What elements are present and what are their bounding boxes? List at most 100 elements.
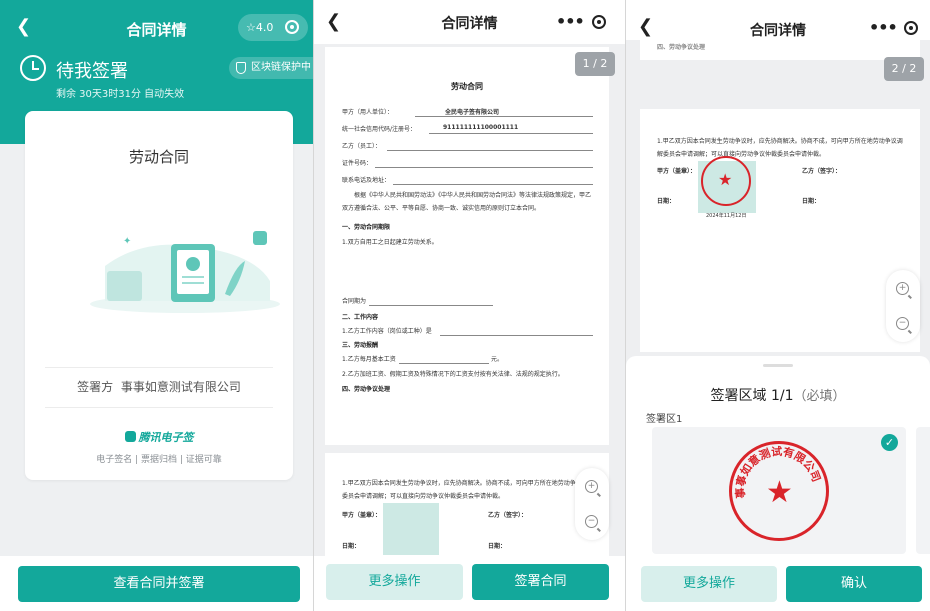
blockchain-label: 区块链保护中 bbox=[251, 62, 311, 73]
date-a-label: 日期： bbox=[342, 543, 361, 550]
brand-icon bbox=[124, 431, 136, 442]
section-3-item-1: 1.乙方每月基本工资 bbox=[342, 356, 396, 363]
sign-area-title: 签署区域 1/1（必填） bbox=[626, 385, 930, 405]
target-icon[interactable] bbox=[904, 21, 918, 35]
rating-pill[interactable]: ☆4.0 bbox=[238, 14, 308, 41]
target-icon[interactable] bbox=[592, 15, 606, 29]
brand-logo: 腾讯电子签 bbox=[25, 429, 293, 445]
divider bbox=[45, 367, 273, 368]
document-page-1-bottom: 四、劳动争议处理 bbox=[640, 40, 920, 60]
party-a-seal-label: 甲方（盖章）： bbox=[342, 512, 382, 519]
more-icon[interactable]: ••• bbox=[869, 18, 898, 37]
field-underline bbox=[387, 150, 593, 151]
check-icon[interactable]: ✓ bbox=[881, 434, 898, 451]
seal-date: 2024年11月12日 bbox=[706, 213, 747, 219]
field-underline bbox=[399, 363, 489, 364]
id-number-label: 证件号码： bbox=[342, 160, 373, 167]
svg-text:✦: ✦ bbox=[123, 236, 131, 247]
contract-card[interactable]: 劳动合同 ✦ 签署方 事事如意测试有限公司 腾讯电子签 电子签名 | 票据归档 … bbox=[25, 111, 293, 480]
section-1-title: 一、劳动合同期限 bbox=[342, 224, 391, 231]
zoom-controls: + − bbox=[575, 468, 609, 540]
dispute-paragraph: 1.甲乙双方因本合同发生劳动争议时，应先协商解决。协商不成，可向甲方所在地劳动争… bbox=[657, 138, 903, 158]
sign-slot-next[interactable] bbox=[916, 427, 930, 554]
more-icon[interactable]: ••• bbox=[556, 12, 585, 31]
field-underline bbox=[369, 305, 493, 306]
zoom-controls: + − bbox=[886, 270, 920, 342]
drag-handle[interactable] bbox=[763, 364, 793, 367]
document-page-1[interactable]: 劳动合同 甲方（用人单位）： 全民电子签有限公司 统一社会信用代码/注册号： 9… bbox=[325, 47, 609, 445]
document-page-2[interactable]: 1.甲乙双方因本合同发生劳动争议时，应先协商解决。协商不成，可向甲方所在地劳动争… bbox=[640, 109, 920, 352]
sign-area-label: 签署区1 bbox=[646, 414, 683, 425]
blockchain-badge: 区块链保护中 bbox=[229, 57, 313, 79]
seal-star-icon: ★ bbox=[766, 475, 793, 510]
nav-header: ❮ 合同详情 ••• bbox=[626, 0, 930, 40]
signer-name: 事事如意测试有限公司 bbox=[120, 380, 241, 394]
view-and-sign-button[interactable]: 查看合同并签署 bbox=[18, 566, 300, 602]
party-b-label: 乙方（员工）： bbox=[342, 143, 382, 150]
more-actions-button[interactable]: 更多操作 bbox=[326, 564, 463, 600]
sign-area-screen: 四、劳动争议处理 ❮ 合同详情 ••• 1.甲乙双方因本合同发生劳动争议时，应先… bbox=[626, 0, 930, 611]
zoom-out-icon[interactable]: − bbox=[896, 317, 909, 330]
contact-label: 联系电话及地址： bbox=[342, 177, 391, 184]
section-2-item: 1.乙方工作内容（岗位或工种）是 bbox=[342, 328, 432, 335]
contract-overview-screen: ❮ 合同详情 ☆4.0 待我签署 剩余 30天3时31分 自动失效 区块链保护中… bbox=[0, 0, 313, 611]
doc-title: 劳动合同 bbox=[451, 82, 483, 91]
contract-illustration: ✦ bbox=[90, 231, 280, 313]
signer-label: 签署方 bbox=[77, 380, 114, 394]
bottom-bar: 更多操作 签署合同 bbox=[314, 556, 625, 611]
party-a-label: 甲方（用人单位）： bbox=[342, 109, 394, 116]
party-a-seal-label: 甲方（盖章）： bbox=[657, 168, 697, 175]
term-label: 合同期为 bbox=[342, 298, 367, 305]
intro-paragraph: 根据《中华人民共和国劳动法》《中华人民共和国劳动合同法》等法律法规政策规定，甲乙… bbox=[342, 192, 592, 212]
sign-status: 待我签署 bbox=[56, 61, 128, 82]
clock-icon bbox=[20, 55, 46, 81]
field-underline bbox=[393, 184, 593, 185]
section-3-item-2: 2.乙方加班工资、假期工资及特殊情况下的工资支付按有关法律、法规的规定执行。 bbox=[342, 371, 564, 378]
confirm-button[interactable]: 确认 bbox=[786, 566, 922, 602]
target-icon[interactable] bbox=[285, 20, 299, 34]
brand-tagline: 电子签名 | 票据归档 | 证据可靠 bbox=[96, 455, 222, 465]
star-icon: ☆ bbox=[246, 21, 256, 34]
section-4-title: 四、劳动争议处理 bbox=[657, 44, 706, 51]
section-2-title: 二、工作内容 bbox=[342, 314, 379, 321]
document-page-2[interactable]: 1.甲乙双方因本合同发生劳动争议时，应先协商解决。协商不成，可向甲方所在地劳动争… bbox=[325, 453, 609, 558]
nav-header: ❮ 合同详情 ••• bbox=[314, 0, 625, 44]
shield-icon bbox=[236, 62, 246, 74]
credit-code-value: 911111111100001111 bbox=[443, 124, 519, 131]
company-seal-small: ★ bbox=[701, 156, 751, 206]
page-indicator: 1 / 2 bbox=[575, 52, 615, 76]
party-b-sign-label: 乙方（签字）： bbox=[802, 168, 842, 175]
seal-placeholder[interactable] bbox=[383, 503, 439, 555]
date-a-label: 日期： bbox=[657, 198, 676, 205]
signer-row: 签署方 事事如意测试有限公司 bbox=[25, 378, 293, 395]
rating-value: 4.0 bbox=[255, 21, 274, 34]
date-b-label: 日期： bbox=[488, 543, 507, 550]
zoom-in-icon[interactable]: + bbox=[585, 480, 598, 493]
sign-area-count: 签署区域 1/1 bbox=[710, 388, 794, 404]
field-underline bbox=[440, 335, 593, 336]
dispute-paragraph: 1.甲乙双方因本合同发生劳动争议时，应先协商解决。协商不成，可向甲方所在地劳动争… bbox=[342, 480, 594, 500]
required-label: （必填） bbox=[793, 389, 846, 404]
credit-code-label: 统一社会信用代码/注册号： bbox=[342, 126, 417, 133]
bottom-bar: 更多操作 确认 bbox=[626, 556, 930, 611]
page-indicator: 2 / 2 bbox=[884, 57, 924, 81]
zoom-out-icon[interactable]: − bbox=[585, 515, 598, 528]
remaining-time: 剩余 30天3时31分 自动失效 bbox=[56, 89, 185, 100]
brand-name: 腾讯电子签 bbox=[138, 431, 194, 444]
field-underline bbox=[429, 133, 593, 134]
divider bbox=[45, 407, 273, 408]
field-underline bbox=[375, 167, 593, 168]
party-b-sign-label: 乙方（签字）： bbox=[488, 512, 528, 519]
date-b-label: 日期： bbox=[802, 198, 821, 205]
party-a-value: 全民电子签有限公司 bbox=[445, 109, 500, 116]
section-4-title: 四、劳动争议处理 bbox=[342, 386, 391, 393]
bottom-bar: 查看合同并签署 bbox=[0, 556, 313, 611]
field-underline bbox=[415, 116, 593, 117]
zoom-in-icon[interactable]: + bbox=[896, 282, 909, 295]
company-seal: 事事如意测试有限公司 ★ bbox=[729, 441, 829, 541]
more-actions-button[interactable]: 更多操作 bbox=[641, 566, 777, 602]
contract-name: 劳动合同 bbox=[128, 148, 189, 166]
section-3-title: 三、劳动报酬 bbox=[342, 342, 379, 349]
sign-contract-button[interactable]: 签署合同 bbox=[472, 564, 609, 600]
section-1-item: 1.双方自用工之日起建立劳动关系。 bbox=[342, 239, 438, 246]
